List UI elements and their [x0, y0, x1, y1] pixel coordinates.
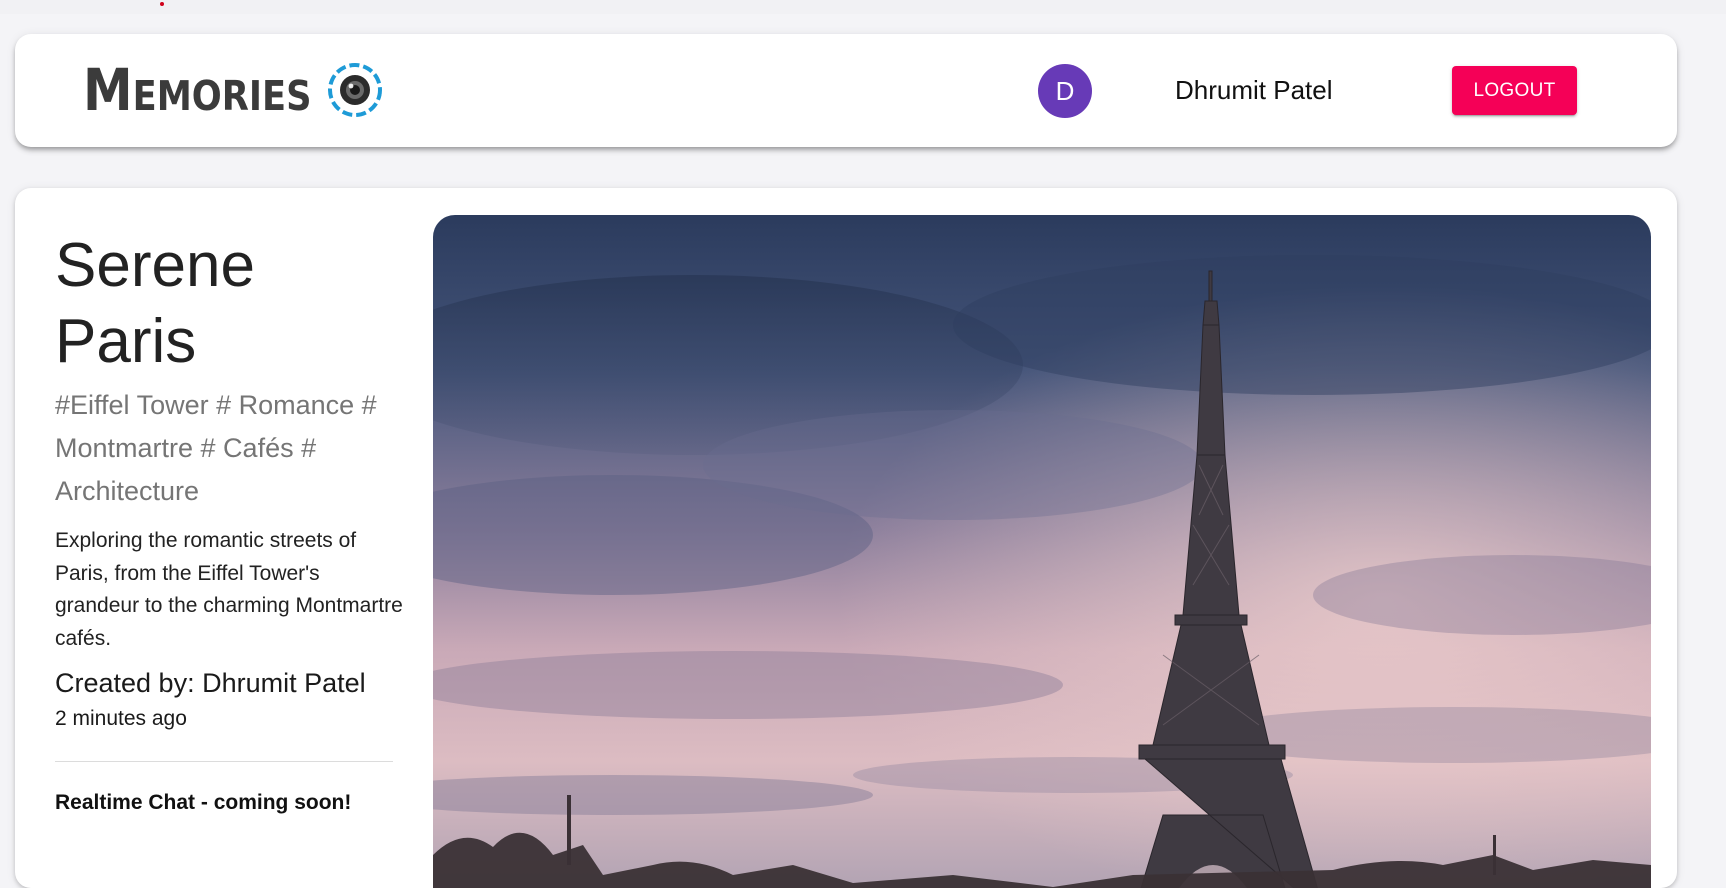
brand-logo[interactable]: Memories — [83, 52, 383, 128]
user-name: Dhrumit Patel — [1175, 75, 1333, 105]
logout-button[interactable]: LOGOUT — [1452, 66, 1577, 115]
post-timestamp: 2 minutes ago — [55, 707, 187, 730]
browser-top-strip — [0, 0, 1726, 14]
post-title: Serene Paris — [55, 231, 255, 376]
brand-title: Memories — [83, 56, 312, 124]
post-creator: Created by: Dhrumit Patel — [55, 668, 366, 698]
avatar[interactable]: D — [1038, 64, 1092, 118]
red-dot — [160, 2, 164, 6]
chat-notice: Realtime Chat - coming soon! — [55, 791, 352, 814]
divider — [55, 761, 393, 762]
post-detail-card: Serene Paris #Eiffel Tower # Romance # M… — [15, 188, 1677, 888]
eiffel-tower-photo — [433, 215, 1651, 888]
camera-lens-icon — [327, 63, 382, 117]
photo-illustration — [433, 215, 1651, 888]
post-description: Exploring the romantic streets of Paris,… — [55, 529, 403, 650]
app-bar: Memories D Dhrumit Patel LOGOUT — [15, 34, 1677, 147]
post-tags: #Eiffel Tower # Romance # Montmartre # C… — [55, 390, 377, 506]
post-details: Serene Paris #Eiffel Tower # Romance # M… — [55, 228, 407, 815]
